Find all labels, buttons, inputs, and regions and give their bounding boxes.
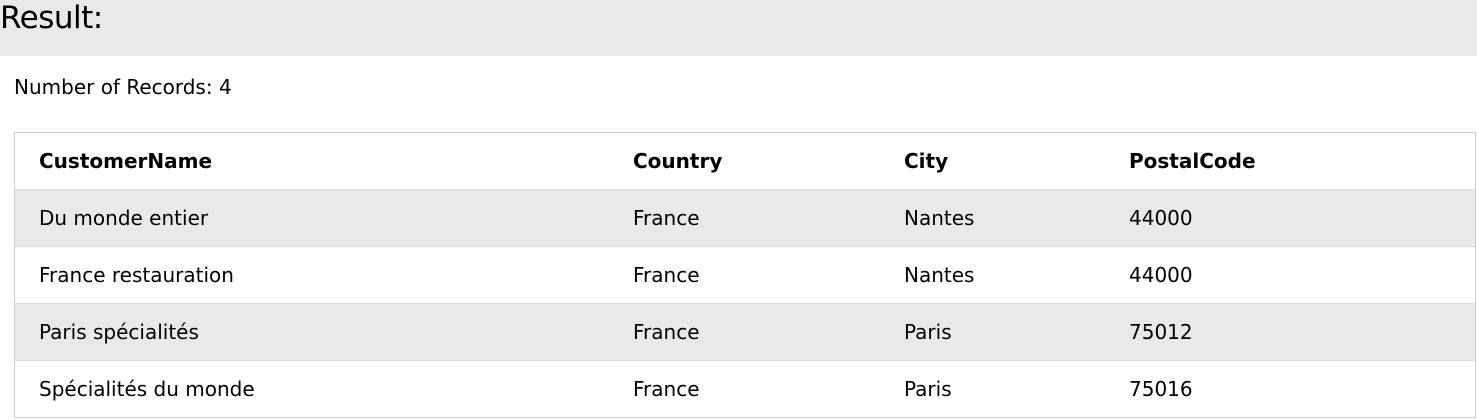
cell-city: Paris <box>904 376 952 401</box>
cell-postalcode: 44000 <box>1129 262 1193 287</box>
table-header-row: CustomerName Country City PostalCode <box>15 133 1475 189</box>
cell-country: France <box>633 319 700 344</box>
column-header-postalcode: PostalCode <box>1129 148 1256 173</box>
record-count: Number of Records: 4 <box>14 75 232 99</box>
cell-country: France <box>633 376 700 401</box>
cell-city: Nantes <box>904 262 975 287</box>
cell-customername: Paris spécialités <box>39 319 199 344</box>
results-table-container: CustomerName Country City PostalCode Du … <box>14 132 1476 418</box>
cell-customername: France restauration <box>39 262 234 287</box>
result-title: Result: <box>0 0 103 36</box>
column-header-city: City <box>904 148 949 173</box>
column-header-country: Country <box>633 148 723 173</box>
table-row: France restauration France Nantes 44000 <box>15 246 1475 303</box>
cell-customername: Du monde entier <box>39 205 209 230</box>
cell-customername: Spécialités du monde <box>39 376 255 401</box>
table-row: Spécialités du monde France Paris 75016 <box>15 360 1475 417</box>
cell-postalcode: 75016 <box>1129 376 1193 401</box>
cell-postalcode: 44000 <box>1129 205 1193 230</box>
table-row: Paris spécialités France Paris 75012 <box>15 303 1475 360</box>
cell-country: France <box>633 205 700 230</box>
results-table: CustomerName Country City PostalCode Du … <box>15 133 1475 417</box>
cell-postalcode: 75012 <box>1129 319 1193 344</box>
column-header-customername: CustomerName <box>39 148 213 173</box>
cell-country: France <box>633 262 700 287</box>
table-row: Du monde entier France Nantes 44000 <box>15 189 1475 246</box>
cell-city: Paris <box>904 319 952 344</box>
result-header-bar: Result: <box>0 0 1477 56</box>
cell-city: Nantes <box>904 205 975 230</box>
